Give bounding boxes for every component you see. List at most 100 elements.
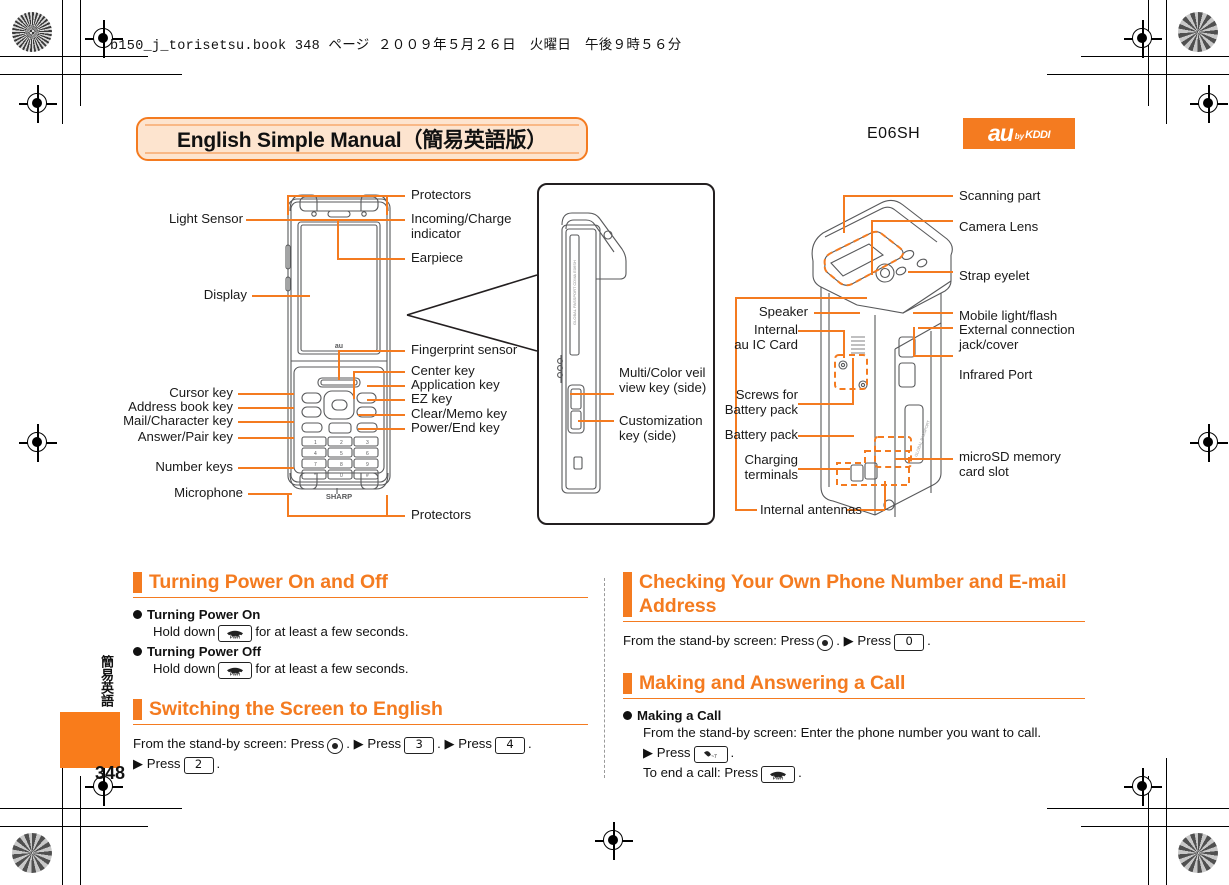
au-by-kddi-logo: au by KDDI [963,118,1075,149]
leader-line [337,219,339,258]
bullet-icon [623,711,632,720]
svg-text:3: 3 [366,440,369,446]
instruction-text-end: . [927,633,931,648]
leader-line [358,414,405,416]
leader-line [843,330,845,358]
star-target-mark [12,12,52,52]
label-strap-eyelet: Strap eyelet [959,268,1030,283]
instruction-text-pre: ▶ Press [133,756,181,771]
label-address-book-key: Address book key [128,399,233,414]
leader-line [238,467,294,469]
leader-line [338,350,340,380]
label-light-sensor: Light Sensor [168,211,243,226]
power-key-icon: PWR [761,765,796,783]
leader-line [238,437,294,439]
instruction-text-pre: ▶ Press [643,745,691,760]
registration-mark [19,85,57,123]
instruction-text-pre: Hold down [153,661,216,676]
au-logo-by: by [1014,131,1025,141]
label-infrared-port: Infrared Port [959,367,1033,382]
label-incoming-indicator: Incoming/Charge indicator [411,211,512,241]
leader-line [843,195,845,233]
heading-text: Turning Power On and Off [149,571,388,593]
leader-line [578,420,614,422]
instruction-check-number: From the stand-by screen: Press . ▶ Pres… [623,631,1085,651]
power-key-icon: PWR [218,661,253,679]
label-internal-ic-card: Internal au IC Card [734,322,798,352]
leader-line [338,350,405,352]
svg-text:2: 2 [340,440,343,446]
svg-text:4: 4 [314,451,317,457]
svg-text:8: 8 [340,462,343,468]
leader-line [337,258,405,260]
leader-line [871,220,873,275]
bullet-icon [133,647,142,656]
label-internal-antennas: Internal antennas [760,502,862,517]
phone-side-illustration: GLOBAL PASSPORT CDMA E06SH [557,212,627,494]
label-application-key: Application key [411,377,500,392]
leader-line [386,195,388,215]
label-microphone: Microphone [174,485,243,500]
leader-line [238,421,294,423]
svg-text:0: 0 [340,473,343,479]
svg-text:9: 9 [366,462,369,468]
instruction-text-mid1: . ▶ Press [346,736,402,751]
leader-line [252,295,310,297]
leader-line [238,393,294,395]
instruction-text-mid2: . ▶ Press [437,736,492,751]
label-charging-terminals: Charging terminals [744,452,798,482]
instruction-text-end: . [730,745,735,760]
leader-line [358,428,405,430]
section-heading-check-phone-number: Checking Your Own Phone Number and E-mai… [623,570,1085,622]
page-title-banner: English Simple Manual（簡易英語版） [136,117,588,161]
label-external-jack-cover: External connection jack/cover [959,322,1075,352]
leader-line [798,330,844,332]
instruction-switch-english-line1: From the stand-by screen: Press . ▶ Pres… [133,734,588,754]
svg-text:au: au [335,343,343,350]
instruction-end-call: To end a call: Press PWR . [623,763,1085,783]
registration-mark [1124,768,1162,806]
leader-line [913,327,915,355]
star-target-mark [1178,12,1218,52]
section-tab-block [60,712,120,768]
registration-mark [595,822,633,860]
instruction-text-end: . [798,765,802,780]
label-battery-pack: Battery pack [724,427,798,442]
svg-text:PWR: PWR [230,671,241,675]
leader-line [735,509,757,511]
leader-line [287,195,289,215]
label-speaker: Speaker [758,304,808,319]
leader-line [908,271,953,273]
svg-text:5: 5 [340,451,343,457]
section-tab-label: 簡易英語 [99,655,114,707]
leader-line [353,371,355,399]
label-earpiece: Earpiece [411,250,464,265]
model-code: E06SH [867,125,921,142]
leader-line [843,195,953,197]
kddi-logo-text: KDDI [1025,129,1051,141]
heading-text: Making and Answering a Call [639,672,906,694]
print-header-text: b150_j_torisetsu.book 348 ページ ２００９年５月２６日… [110,39,682,54]
label-center-key: Center key [411,363,475,378]
page-title: English Simple Manual（簡易英語版） [176,129,548,152]
number-key-4-icon: 4 [494,736,525,754]
number-key-3-icon: 3 [404,736,435,754]
label-cursor-key: Cursor key [169,385,233,400]
label-protectors-top: Protectors [411,187,472,202]
svg-text:#: # [366,473,369,479]
center-key-icon [817,635,834,651]
instruction-text-pre: To end a call: Press [643,765,759,780]
label-power-end-key: Power/End key [411,420,500,435]
label-mobile-light-flash: Mobile light/flash [959,308,1058,323]
phone-front-illustration: au SHARP 1 2 3 4 5 6 7 8 9 * 0 # [285,194,391,501]
label-microsd-card-slot: microSD memory card slot [959,449,1061,479]
subheading-text: Turning Power On [147,607,261,622]
svg-text:SHARP: SHARP [326,492,352,501]
label-mail-character-key: Mail/Character key [123,413,233,428]
label-clear-memo-key: Clear/Memo key [411,406,508,421]
instruction-text-mid: . ▶ Press [836,633,892,648]
instruction-text: From the stand-by screen: Enter the phon… [643,725,1042,740]
leader-line [798,403,854,405]
view-connector-lines [406,274,538,352]
subheading-making-a-call: Making a Call [623,708,1085,723]
